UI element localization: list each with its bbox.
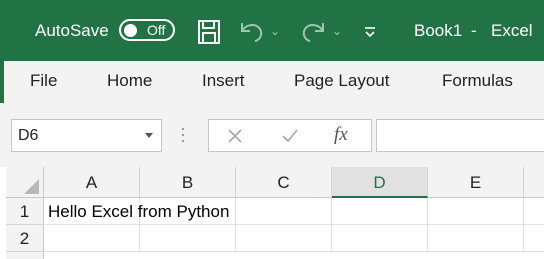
cell-f2[interactable] [524, 225, 544, 252]
chevron-down-icon[interactable] [145, 133, 153, 139]
cell-a1-value: Hello Excel from Python [48, 202, 230, 221]
enter-check-icon[interactable] [281, 128, 299, 144]
select-all-corner[interactable] [6, 167, 44, 198]
tab-insert[interactable]: Insert [202, 71, 245, 91]
column-header-c[interactable]: C [236, 167, 332, 198]
autosave-label: AutoSave [35, 21, 109, 40]
ribbon-tabs: File Home Insert Page Layout Formulas [0, 61, 544, 103]
window-edge [0, 61, 4, 107]
tab-page-layout[interactable]: Page Layout [294, 71, 389, 91]
select-all-icon [24, 179, 39, 194]
formula-actions: fx [208, 119, 372, 152]
autosave-state: Off [147, 22, 166, 38]
cell-c1[interactable] [236, 198, 332, 225]
redo-dropdown-icon[interactable]: ⌄ [332, 21, 342, 41]
redo-icon[interactable] [297, 19, 327, 43]
document-title: Book1 [414, 21, 463, 40]
cell-e1[interactable] [428, 198, 524, 225]
customize-qat-icon[interactable] [363, 25, 377, 39]
column-header-e[interactable]: E [428, 167, 524, 198]
cell-c2[interactable] [236, 225, 332, 252]
toggle-knob [124, 23, 137, 37]
column-header-f[interactable] [524, 167, 544, 198]
column-header-b[interactable]: B [140, 167, 236, 198]
cell-b2[interactable] [140, 225, 236, 252]
column-header-d[interactable]: D [332, 167, 428, 198]
row-header-2[interactable]: 2 [6, 225, 44, 252]
name-box-value: D6 [18, 127, 39, 144]
tab-formulas[interactable]: Formulas [442, 71, 513, 91]
cancel-icon[interactable] [227, 128, 243, 144]
save-icon[interactable] [197, 19, 221, 45]
title-separator: - [471, 21, 477, 40]
cell-e2[interactable] [428, 225, 524, 252]
cell-f1[interactable] [524, 198, 544, 225]
undo-dropdown-icon[interactable]: ⌄ [270, 21, 280, 41]
name-box[interactable]: D6 [11, 119, 162, 152]
column-header-a[interactable]: A [44, 167, 140, 198]
insert-function-icon[interactable]: fx [334, 124, 348, 146]
undo-icon[interactable] [238, 19, 268, 43]
title-bar: AutoSave Off ⌄ ⌄ Book1 - Excel [0, 0, 544, 61]
tab-home[interactable]: Home [107, 71, 152, 91]
row-header-3[interactable] [6, 252, 44, 259]
cell-d1[interactable] [332, 198, 428, 225]
tab-file[interactable]: File [30, 71, 57, 91]
app-name: Excel [491, 21, 533, 40]
autosave-toggle[interactable]: Off [119, 19, 175, 41]
formula-bar-grip-icon[interactable] [181, 126, 185, 144]
row-header-1[interactable]: 1 [6, 198, 44, 225]
cell-a2[interactable] [44, 225, 140, 252]
cell-d2[interactable] [332, 225, 428, 252]
formula-input[interactable] [376, 119, 544, 152]
